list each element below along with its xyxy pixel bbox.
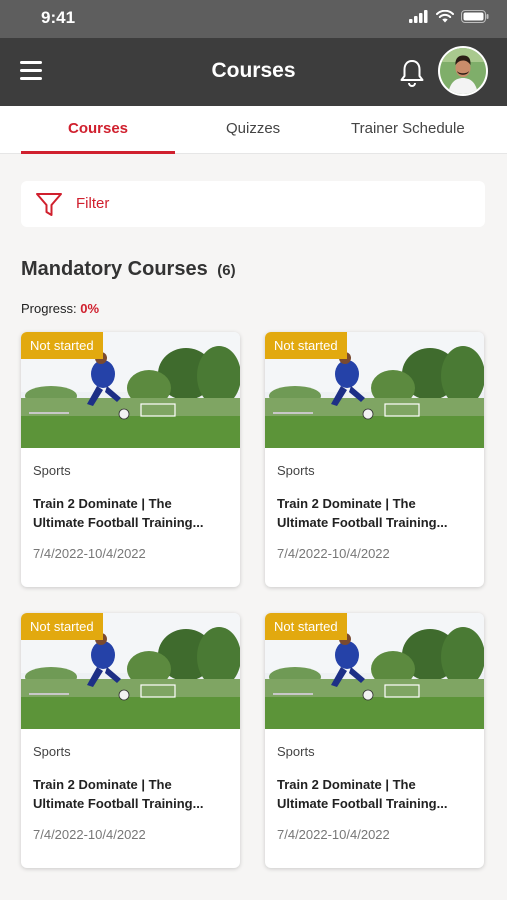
active-tab-indicator (21, 151, 175, 154)
section-title: Mandatory Courses (6) (21, 258, 236, 281)
tab-trainer-schedule[interactable]: Trainer Schedule (351, 120, 465, 137)
course-title-line-2: Ultimate Football Training... (33, 515, 204, 530)
progress-value: 0% (80, 301, 100, 316)
wifi-icon (436, 10, 454, 23)
course-title: Train 2 Dominate | The Ultimate Football… (33, 775, 233, 813)
course-title-line-1: Train 2 Dominate | The (277, 777, 416, 792)
course-dates: 7/4/2022-10/4/2022 (33, 546, 146, 561)
course-card[interactable]: Not started Sports Train 2 Dominate | Th… (265, 332, 484, 587)
filter-button[interactable]: Filter (21, 181, 485, 227)
course-title-line-1: Train 2 Dominate | The (277, 496, 416, 511)
course-category: Sports (277, 463, 315, 478)
notifications-button[interactable] (398, 58, 426, 88)
course-title: Train 2 Dominate | The Ultimate Football… (277, 775, 477, 813)
status-badge: Not started (265, 332, 347, 359)
course-dates: 7/4/2022-10/4/2022 (277, 827, 390, 842)
progress-label: Progress: (21, 301, 77, 316)
status-badge: Not started (21, 613, 103, 640)
course-title-line-1: Train 2 Dominate | The (33, 777, 172, 792)
course-title-line-2: Ultimate Football Training... (33, 796, 204, 811)
course-card[interactable]: Not started Sports Train 2 Dominate | Th… (21, 613, 240, 868)
course-title: Train 2 Dominate | The Ultimate Football… (277, 494, 477, 532)
status-time: 9:41 (41, 8, 76, 27)
progress-line: Progress: 0% (21, 301, 99, 316)
tab-quizzes[interactable]: Quizzes (226, 120, 280, 137)
course-title-line-2: Ultimate Football Training... (277, 796, 448, 811)
page-title: Courses (211, 59, 296, 82)
tab-courses[interactable]: Courses (68, 120, 128, 137)
course-category: Sports (33, 463, 71, 478)
status-badge: Not started (265, 613, 347, 640)
bell-icon (400, 60, 424, 87)
user-photo (440, 48, 486, 94)
course-category: Sports (33, 744, 71, 759)
filter-label: Filter (76, 195, 110, 212)
filter-icon (36, 193, 62, 216)
course-category: Sports (277, 744, 315, 759)
avatar[interactable] (438, 46, 488, 96)
tab-bar: Courses Quizzes Trainer Schedule (0, 106, 507, 154)
status-icons (409, 10, 489, 23)
course-card[interactable]: Not started Sports Train 2 Dominate | Th… (21, 332, 240, 587)
section-title-text: Mandatory Courses (21, 258, 208, 280)
status-bar: 9:41 (0, 0, 507, 38)
course-title: Train 2 Dominate | The Ultimate Football… (33, 494, 233, 532)
battery-icon (461, 10, 489, 23)
section-count: (6) (217, 262, 236, 279)
signal-icon (409, 10, 428, 23)
course-card[interactable]: Not started Sports Train 2 Dominate | Th… (265, 613, 484, 868)
status-badge: Not started (21, 332, 103, 359)
course-title-line-1: Train 2 Dominate | The (33, 496, 172, 511)
course-dates: 7/4/2022-10/4/2022 (33, 827, 146, 842)
course-dates: 7/4/2022-10/4/2022 (277, 546, 390, 561)
app-bar: Courses (0, 38, 507, 106)
course-title-line-2: Ultimate Football Training... (277, 515, 448, 530)
